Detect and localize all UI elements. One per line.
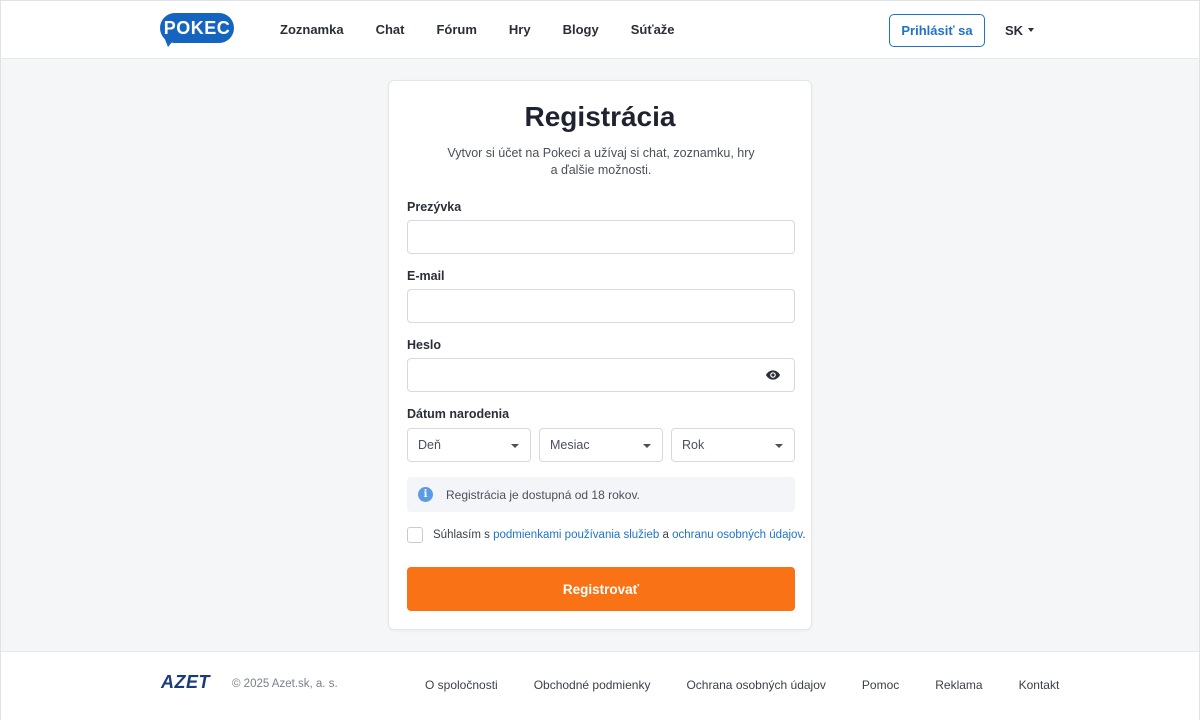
consent-prefix: Súhlasím s	[433, 529, 494, 541]
info-icon: i	[418, 487, 433, 502]
nav-blogy[interactable]: Blogy	[563, 1, 599, 59]
language-label: SK	[1005, 22, 1024, 38]
email-input[interactable]	[407, 289, 795, 323]
password-input[interactable]	[407, 358, 795, 392]
language-selector[interactable]: SK	[1005, 1, 1035, 59]
year-select-value: Rok	[682, 438, 705, 452]
page-footer: AZET © 2025 Azet.sk, a. s. O spoločnosti…	[1, 651, 1199, 720]
nav-zoznamka[interactable]: Zoznamka	[280, 1, 344, 59]
consent-text: Súhlasím s podmienkami používania služie…	[433, 529, 806, 541]
footer-link-terms[interactable]: Obchodné podmienky	[534, 678, 651, 692]
chevron-down-icon	[1028, 28, 1035, 32]
nav-chat[interactable]: Chat	[376, 1, 405, 59]
password-field-wrapper	[407, 358, 795, 392]
login-button[interactable]: Prihlásiť sa	[889, 14, 985, 47]
consent-middle: a	[659, 529, 673, 541]
azet-logo[interactable]: AZET	[161, 672, 210, 693]
main-nav: Zoznamka Chat Fórum Hry Blogy Súťaže	[280, 1, 707, 59]
month-select[interactable]: Mesiac	[539, 428, 663, 462]
nickname-label: Prezývka	[407, 200, 462, 214]
subtitle-line-1: Vytvor si účet na Pokeci a užívaj si cha…	[447, 146, 755, 160]
registration-card: Registrácia Vytvor si účet na Pokeci a u…	[388, 80, 812, 630]
consent-row: Súhlasím s podmienkami používania služie…	[407, 527, 806, 543]
footer-links: O spoločnosti Obchodné podmienky Ochrana…	[425, 678, 1059, 692]
footer-link-privacy[interactable]: Ochrana osobných údajov	[686, 678, 825, 692]
terms-link[interactable]: podmienkami používania služieb	[493, 529, 659, 541]
nav-sutaze[interactable]: Súťaže	[631, 1, 675, 59]
footer-link-contact[interactable]: Kontakt	[1019, 678, 1060, 692]
pokec-logo[interactable]: POKEC	[160, 13, 234, 47]
copyright-text: © 2025 Azet.sk, a. s.	[232, 678, 338, 690]
month-select-value: Mesiac	[550, 438, 590, 452]
page: POKEC Zoznamka Chat Fórum Hry Blogy Súťa…	[0, 0, 1200, 720]
nav-forum[interactable]: Fórum	[436, 1, 476, 59]
nav-hry[interactable]: Hry	[509, 1, 531, 59]
consent-checkbox[interactable]	[407, 527, 423, 543]
consent-suffix: .	[802, 529, 806, 541]
subtitle-line-2: a ďalšie možnosti.	[550, 163, 652, 177]
footer-link-ads[interactable]: Reklama	[935, 678, 982, 692]
footer-link-help[interactable]: Pomoc	[862, 678, 899, 692]
chevron-down-icon	[775, 444, 783, 448]
register-button[interactable]: Registrovať	[407, 567, 795, 611]
chevron-down-icon	[643, 444, 651, 448]
email-label: E-mail	[407, 269, 445, 283]
day-select-value: Deň	[418, 438, 441, 452]
nickname-input[interactable]	[407, 220, 795, 254]
logo-text: POKEC	[163, 18, 231, 38]
page-title: Registrácia	[524, 101, 676, 132]
password-label: Heslo	[407, 338, 442, 352]
eye-icon[interactable]	[765, 367, 781, 383]
day-select[interactable]: Deň	[407, 428, 531, 462]
page-subtitle: Vytvor si účet na Pokeci a užívaj si cha…	[429, 145, 773, 179]
privacy-link[interactable]: ochranu osobných údajov	[672, 529, 802, 541]
year-select[interactable]: Rok	[671, 428, 795, 462]
top-header: POKEC Zoznamka Chat Fórum Hry Blogy Súťa…	[1, 1, 1199, 59]
birthdate-label: Dátum narodenia	[407, 407, 510, 421]
footer-link-about[interactable]: O spoločnosti	[425, 678, 498, 692]
chevron-down-icon	[511, 444, 519, 448]
age-info-text: Registrácia je dostupná od 18 rokov.	[446, 487, 640, 502]
age-info-box: i Registrácia je dostupná od 18 rokov.	[407, 477, 795, 512]
